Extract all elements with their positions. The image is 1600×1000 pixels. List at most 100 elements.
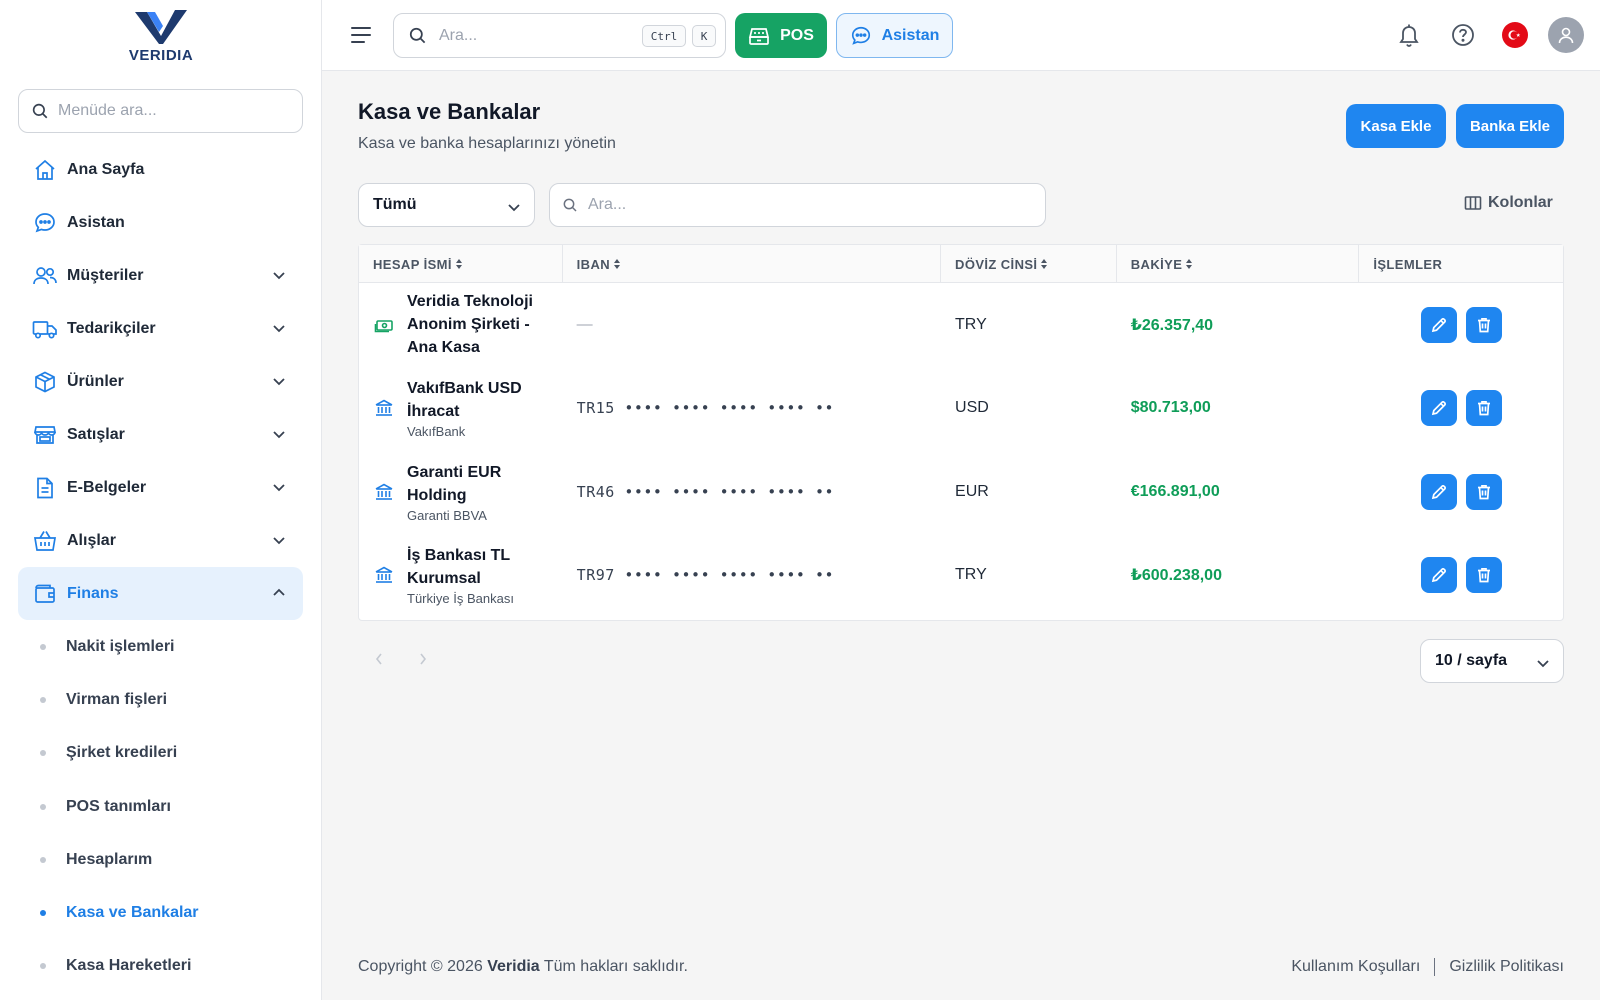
sidebar-subitem-sirket-kredileri[interactable]: Şirket kredileri	[40, 727, 303, 780]
global-search-input[interactable]	[439, 26, 629, 45]
global-search-field[interactable]: Ctrl K	[393, 13, 726, 58]
finans-submenu: Nakit işlemleri Virman fişleri Şirket kr…	[18, 620, 303, 993]
trash-icon	[1477, 568, 1490, 583]
sidebar-item-asistan[interactable]: Asistan	[18, 196, 303, 249]
column-header-label: DÖVİZ CİNSİ	[955, 256, 1038, 272]
store-icon	[32, 422, 58, 448]
column-header-label: BAKİYE	[1130, 256, 1183, 272]
sidebar-item-label: E-Belgeler	[67, 478, 147, 496]
account-name-line: VakıfBank USD	[407, 380, 522, 398]
columns-button[interactable]: Kolonlar	[1464, 194, 1553, 212]
privacy-link[interactable]: Gizlilik Politikası	[1449, 958, 1564, 976]
table-search-field[interactable]	[549, 183, 1046, 227]
terms-link[interactable]: Kullanım Koşulları	[1291, 958, 1420, 976]
sidebar-item-alislar[interactable]: Alışlar	[18, 514, 303, 567]
pagination-prev-icon[interactable]	[374, 652, 384, 671]
table-row[interactable]: Garanti EUR Holding Garanti BBVA TR46 ••…	[359, 450, 1563, 534]
sidebar-item-tedarikciler[interactable]: Tedarikçiler	[18, 302, 303, 355]
sidebar-item-ana-sayfa[interactable]: Ana Sayfa	[18, 143, 303, 196]
edit-button[interactable]	[1420, 390, 1457, 427]
currency-code: USD	[955, 399, 989, 417]
sort-icon	[1041, 259, 1048, 269]
menu-toggle-icon[interactable]	[350, 24, 372, 51]
bank-icon	[373, 565, 395, 585]
table-search-input[interactable]	[588, 196, 1008, 214]
column-header-bakiye[interactable]: BAKİYE	[1117, 245, 1360, 283]
bank-name: VakıfBank	[407, 424, 466, 440]
edit-button[interactable]	[1420, 306, 1457, 343]
cash-icon	[373, 316, 395, 334]
pos-button[interactable]: POS	[735, 13, 827, 58]
add-kasa-button[interactable]: Kasa Ekle	[1346, 104, 1446, 148]
bullet-dot	[40, 803, 46, 810]
table-row[interactable]: Veridia Teknoloji Anonim Şirketi - Ana K…	[359, 283, 1563, 367]
sidebar-subitem-pos-tanimlari[interactable]: POS tanımları	[40, 780, 303, 833]
sidebar-item-finans[interactable]: Finans	[18, 567, 303, 620]
sidebar-item-label: Ürünler	[67, 372, 124, 390]
chevron-up-icon	[273, 588, 285, 596]
box-icon	[32, 369, 58, 395]
delete-button[interactable]	[1465, 306, 1502, 343]
account-name: VakıfBank USD İhracat	[407, 377, 522, 423]
sidebar-subitem-kasa-ve-bankalar[interactable]: Kasa ve Bankalar	[40, 886, 303, 939]
wallet-icon	[32, 581, 58, 607]
bell-icon[interactable]	[1394, 20, 1424, 50]
sidebar-subitem-hesaplarim[interactable]: Hesaplarım	[40, 833, 303, 886]
account-name-line: İhracat	[407, 403, 460, 421]
sidebar-subitem-kasa-hareketleri[interactable]: Kasa Hareketleri	[40, 940, 303, 993]
sidebar-subitem-nakit-islemleri[interactable]: Nakit işlemleri	[40, 620, 303, 673]
cell-currency: TRY	[941, 283, 1117, 367]
accounts-table: HESAP İSMİ IBAN DÖVİZ CİNSİ BAKİYE İŞLEM…	[358, 244, 1564, 621]
account-name: Garanti EUR Holding	[407, 461, 501, 507]
sort-icon	[1186, 259, 1193, 269]
column-header-doviz-cinsi[interactable]: DÖVİZ CİNSİ	[941, 245, 1117, 283]
cell-currency: USD	[941, 367, 1117, 451]
add-banka-button[interactable]: Banka Ekle	[1456, 104, 1564, 148]
table-row[interactable]: VakıfBank USD İhracat VakıfBank TR15 •••…	[359, 367, 1563, 451]
delete-button[interactable]	[1465, 557, 1502, 594]
sidebar-subitem-label: Hesaplarım	[66, 850, 153, 868]
table-header: HESAP İSMİ IBAN DÖVİZ CİNSİ BAKİYE İŞLEM…	[359, 245, 1563, 283]
account-name-line: İş Bankası TL	[407, 547, 511, 565]
turkey-flag-icon[interactable]	[1502, 22, 1528, 48]
page-size-select[interactable]: 10 / sayfa	[1420, 639, 1564, 683]
sidebar-nav: Ana Sayfa Asistan Müşteriler Tedarikçile…	[18, 143, 303, 993]
filter-value: Tümü	[373, 196, 417, 213]
bullet-dot	[40, 856, 46, 863]
company-name: Veridia	[487, 958, 540, 975]
account-type-filter[interactable]: Tümü	[358, 183, 535, 227]
column-header-iban[interactable]: IBAN	[563, 245, 942, 283]
pagination-next-icon[interactable]	[418, 652, 428, 671]
assistant-button[interactable]: Asistan	[836, 13, 953, 58]
account-name-line: Kurumsal	[407, 570, 481, 588]
trash-icon	[1477, 317, 1490, 333]
table-row[interactable]: İş Bankası TL Kurumsal Türkiye İş Bankas…	[359, 534, 1563, 618]
user-avatar-icon[interactable]	[1548, 17, 1584, 53]
menu-search-input[interactable]	[58, 102, 278, 120]
sidebar-item-satislar[interactable]: Satışlar	[18, 408, 303, 461]
chevron-down-icon	[508, 204, 520, 212]
sidebar-subitem-virman-fisleri[interactable]: Virman fişleri	[40, 673, 303, 726]
chevron-down-icon	[273, 325, 285, 333]
cell-currency: EUR	[941, 450, 1117, 534]
column-header-hesap-ismi[interactable]: HESAP İSMİ	[359, 245, 563, 283]
menu-search-field[interactable]	[18, 89, 303, 133]
footer-copyright: Copyright © 2026 Veridia Tüm hakları sak…	[358, 958, 688, 976]
cell-currency: TRY	[941, 534, 1117, 618]
column-header-label: IBAN	[576, 256, 611, 272]
iban-value: TR97 •••• •••• •••• •••• ••	[576, 566, 835, 585]
cell-hesap-ismi: İş Bankası TL Kurumsal Türkiye İş Bankas…	[359, 534, 563, 618]
edit-button[interactable]	[1420, 473, 1457, 510]
sidebar-subitem-label: Nakit işlemleri	[66, 637, 175, 655]
chevron-down-icon	[273, 431, 285, 439]
sidebar-item-musteriler[interactable]: Müşteriler	[18, 249, 303, 302]
delete-button[interactable]	[1465, 390, 1502, 427]
delete-button[interactable]	[1465, 473, 1502, 510]
help-icon[interactable]	[1448, 20, 1478, 50]
assistant-button-label: Asistan	[881, 26, 940, 44]
chevron-down-icon	[273, 378, 285, 386]
edit-button[interactable]	[1420, 557, 1457, 594]
sidebar-item-e-belgeler[interactable]: E-Belgeler	[18, 461, 303, 514]
brand-logo[interactable]: VERIDIA	[0, 8, 322, 68]
sidebar-item-urunler[interactable]: Ürünler	[18, 355, 303, 408]
